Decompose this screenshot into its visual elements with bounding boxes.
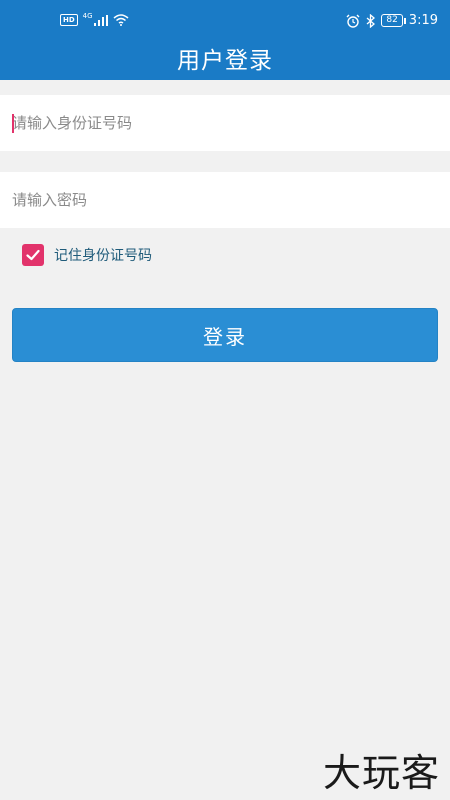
- remember-label[interactable]: 记住身份证号码: [54, 245, 152, 265]
- hd-badge: HD: [60, 14, 78, 26]
- status-left: HD 4G: [60, 12, 129, 26]
- network-type-label: 4G: [82, 12, 93, 20]
- remember-id-option[interactable]: 记住身份证号码: [22, 244, 152, 266]
- clock-time: 3:19: [408, 13, 438, 28]
- battery-icon: 82: [381, 14, 407, 27]
- status-right: 82 3:19: [346, 13, 438, 28]
- status-bar: HD 4G 82 3:19: [0, 0, 450, 44]
- page-title: 用户登录: [0, 44, 450, 80]
- id-number-field-container: [0, 95, 450, 151]
- id-number-input[interactable]: [12, 95, 432, 151]
- bluetooth-icon: [366, 13, 376, 28]
- checkmark-icon: [26, 249, 40, 261]
- login-button[interactable]: 登录: [12, 308, 438, 362]
- watermark-logo: 大玩客: [322, 751, 440, 795]
- wifi-icon: [113, 14, 129, 26]
- cellular-signal-icon: [93, 14, 108, 26]
- remember-checkbox[interactable]: [22, 244, 44, 266]
- text-cursor: [12, 114, 14, 133]
- password-field-container: [0, 172, 450, 228]
- alarm-clock-icon: [346, 14, 360, 28]
- password-input[interactable]: [12, 172, 432, 228]
